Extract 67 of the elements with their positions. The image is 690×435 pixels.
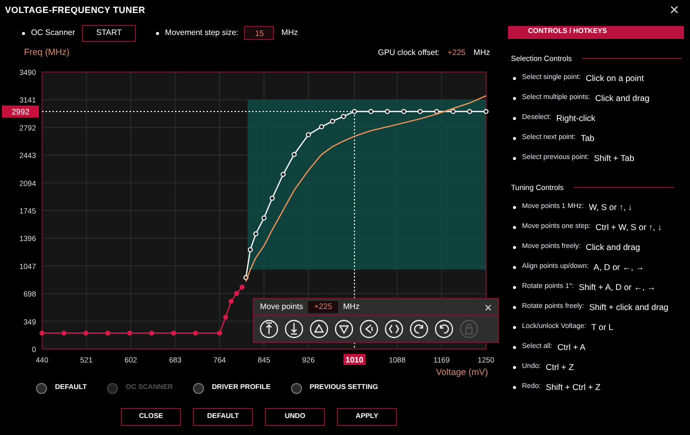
point — [450, 109, 456, 114]
point — [217, 330, 222, 336]
hotkey-keys: Click and drag — [586, 241, 640, 254]
point — [368, 109, 374, 114]
window-title: VOLTAGE-FREQUENCY TUNER — [5, 4, 146, 18]
point — [319, 124, 324, 130]
ref-line-label: 2992 — [12, 108, 30, 117]
point — [149, 330, 154, 336]
hotkey-keys: W, S or ↑, ↓ — [588, 201, 632, 214]
point — [306, 132, 311, 138]
close-button[interactable]: × — [484, 300, 492, 314]
point — [228, 298, 234, 304]
hotkey-keys: A, D or ←, → — [594, 261, 644, 274]
hotkey-keys: T or L — [591, 321, 614, 334]
point — [384, 109, 390, 114]
point — [253, 231, 258, 236]
move-points-label: Move points — [260, 301, 304, 313]
hotkey-keys: Ctrl + Z — [546, 361, 574, 374]
point — [127, 330, 132, 336]
unit-label: MHz — [343, 301, 360, 313]
point — [467, 109, 472, 114]
offset-label: GPU clock offset: — [378, 47, 440, 59]
point — [223, 314, 228, 320]
step-size-label: Movement step size: — [165, 27, 238, 39]
point — [61, 330, 66, 336]
point — [262, 216, 266, 221]
x-tick-label: 1010 — [346, 356, 364, 364]
point — [434, 109, 440, 114]
point — [340, 114, 346, 119]
point — [330, 118, 336, 124]
hotkey-keys: Click and drag — [595, 92, 650, 105]
voltage-badge: 1010 — [343, 354, 366, 365]
point — [40, 330, 44, 336]
offset-value: +225 — [448, 47, 466, 59]
unit-label: MHz — [474, 47, 490, 59]
hotkey-keys: Right-click — [556, 112, 596, 125]
point — [401, 109, 406, 114]
oc-scanner-label: OC Scanner — [31, 27, 76, 39]
hotkey-keys: Shift + Tab — [594, 152, 634, 165]
point — [248, 247, 253, 252]
step-size-field[interactable]: 15 — [244, 26, 274, 40]
point — [105, 330, 110, 336]
point — [418, 109, 423, 114]
hotkey-keys: Ctrl + A — [557, 341, 586, 354]
hotkey-keys: Ctrl + W, S or ↑, ↓ — [596, 221, 662, 234]
point — [484, 109, 488, 114]
point — [352, 109, 357, 114]
point — [171, 330, 176, 336]
point — [234, 290, 240, 296]
point — [280, 172, 286, 177]
axis-title: Voltage (mV) — [436, 366, 488, 379]
point — [192, 330, 198, 336]
point — [292, 152, 297, 158]
hotkey-keys: Shift + Ctrl + Z — [546, 381, 600, 394]
axis-title: Freq (MHz) — [24, 46, 70, 60]
point — [240, 284, 245, 290]
hotkey-keys: Shift + click and drag — [589, 301, 668, 314]
hotkey-keys: Shift + A, D or ←, → — [578, 281, 656, 294]
unit-label: MHz — [281, 27, 298, 39]
frequency-badge: 2992 — [2, 106, 39, 118]
close-button[interactable]: × — [670, 3, 679, 19]
point — [270, 196, 275, 201]
point — [83, 330, 88, 336]
hotkey-keys: Tab — [580, 132, 594, 145]
start-button[interactable]: START — [82, 24, 136, 42]
offset-field[interactable]: +225 — [308, 301, 338, 313]
hotkey-keys: Click on a point — [586, 72, 644, 85]
